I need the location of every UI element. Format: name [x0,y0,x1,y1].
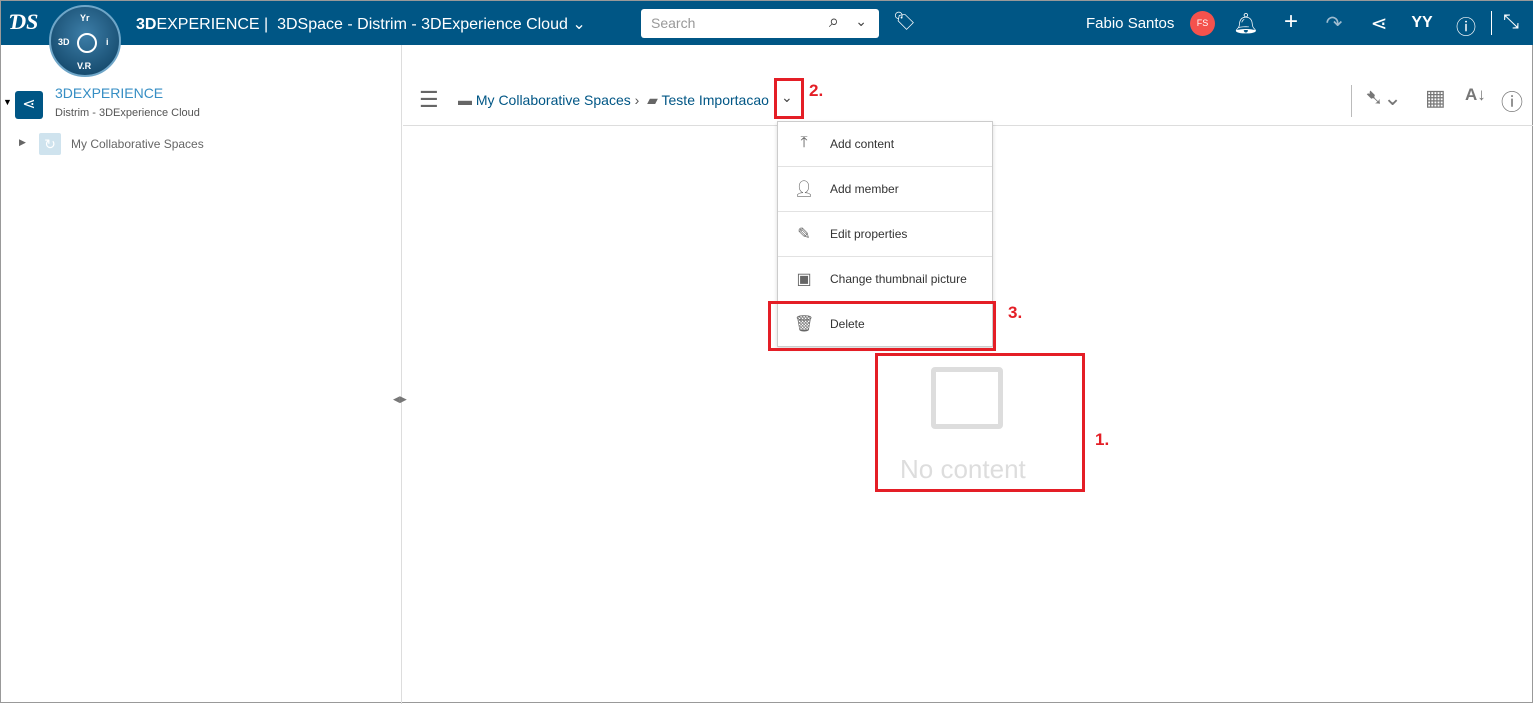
play-icon [77,33,97,53]
menu-item-edit-properties[interactable]: ✎ Edit properties [778,212,992,257]
chevron-down-icon[interactable]: ⌄ [855,13,867,30]
breadcrumb-item[interactable]: Teste Importacao [662,92,769,108]
share-arrow-icon[interactable]: ↷ [1321,11,1347,36]
spaces-icon: ↻ [39,133,61,155]
collab-space-icon: ⋖ [15,91,43,119]
divider [1491,11,1492,35]
help-icon[interactable]: ⓘ [1453,11,1479,40]
menu-item-add-member[interactable]: 👤︎ Add member [778,167,992,212]
image-icon: ▣ [796,271,812,288]
tree-panel: ▼ ⋖ 3DEXPERIENCE Distrim - 3DExperience … [1,45,402,704]
compass-widget[interactable]: Yr 3D i V.R [49,5,121,77]
expand-triangle-icon[interactable]: ▼ [3,97,12,107]
notifications-icon[interactable]: 🔔︎ [1233,11,1259,36]
menu-item-add-content[interactable]: ⤒ Add content [778,122,992,167]
annotation-box-1 [875,353,1085,492]
tag-icon[interactable]: 🏷 [893,11,916,32]
tree-root-title[interactable]: 3DEXPERIENCE [55,85,163,101]
upload-icon: ⤒ [800,134,808,151]
tree-item-collab-spaces[interactable]: My Collaborative Spaces [71,137,204,151]
collapse-icon[interactable]: ⤡ [1498,11,1524,34]
sort-az-icon[interactable]: A↓ [1465,85,1486,105]
add-icon[interactable]: + [1278,8,1304,36]
ds-logo-icon[interactable]: ƊS [9,9,38,35]
chevron-down-icon: ⌄ [572,16,586,33]
selection-mode-icon[interactable]: ➷⌄ [1365,85,1402,111]
info-icon[interactable]: ⓘ [1501,85,1523,117]
menu-icon[interactable]: ☰ [419,87,439,113]
top-bar: ƊS 3DEXPERIENCE | 3DSpace - Distrim - 3D… [1,1,1533,45]
breadcrumb: ▬ My Collaborative Spaces › ▰ Teste Impo… [458,92,769,108]
avatar[interactable]: FS [1190,11,1215,36]
menu-item-change-thumbnail[interactable]: ▣ Change thumbnail picture [778,257,992,302]
tree-root-subtitle: Distrim - 3DExperience Cloud [55,107,200,119]
app-title[interactable]: 3DEXPERIENCE | 3DSpace - Distrim - 3DExp… [136,14,586,34]
search-icon[interactable]: ⌕ [829,11,839,32]
pencil-icon: ✎ [797,226,811,243]
drive-icon: ▬ [458,92,472,108]
grid-view-icon[interactable]: ▦ [1425,85,1446,111]
add-member-icon: 👤︎ [794,181,815,198]
expand-triangle-icon[interactable]: ▶ [19,137,26,148]
user-name[interactable]: Fabio Santos [1086,15,1174,32]
folder-icon: ▰ [647,92,658,108]
breadcrumb-item[interactable]: My Collaborative Spaces [476,92,631,108]
panel-resize-handle[interactable]: ◀▶ [393,394,407,405]
share-icon[interactable]: ⋖ [1366,11,1392,36]
community-icon[interactable]: YY [1409,14,1435,32]
space-actions-chevron[interactable]: ⌄ [781,89,793,106]
annotation-box-3 [768,301,996,351]
content-toolbar: ☰ ▬ My Collaborative Spaces › ▰ Teste Im… [403,75,1533,126]
search-input[interactable]: Search ⌕ ⌄ [641,9,879,38]
